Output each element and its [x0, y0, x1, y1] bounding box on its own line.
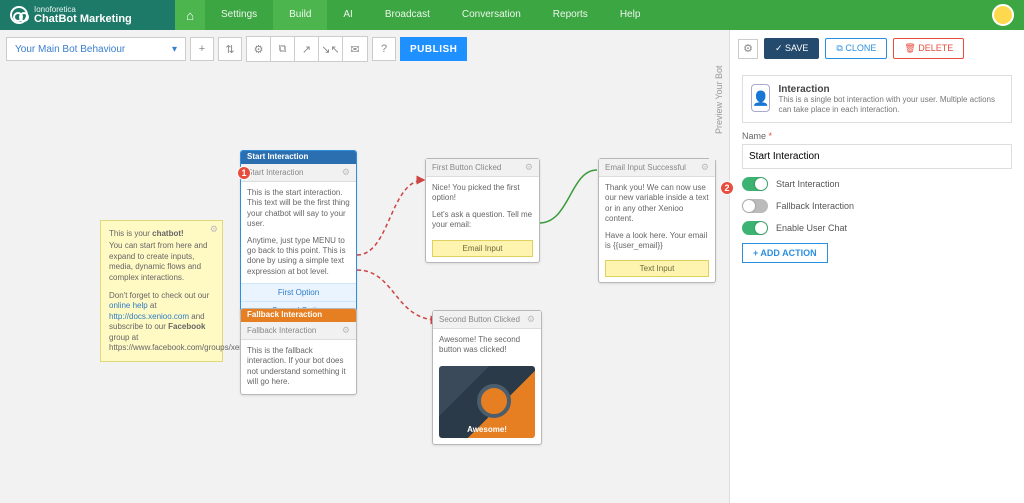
interaction-icon: 👤	[751, 84, 770, 112]
export-button[interactable]: ↗	[295, 37, 319, 61]
gear-icon[interactable]: ⚙	[525, 162, 533, 173]
nav-broadcast[interactable]: Broadcast	[369, 0, 446, 30]
nav-build[interactable]: Build	[273, 0, 327, 30]
gear-icon[interactable]: ⚙	[701, 162, 709, 173]
gear-icon[interactable]: ⚙	[342, 167, 350, 178]
preview-bot-tab[interactable]: Preview Your Bot	[709, 40, 729, 160]
gear-button[interactable]: ⚙	[247, 37, 271, 61]
gear-icon[interactable]: ⚙	[210, 224, 218, 236]
option-first[interactable]: First Option	[241, 283, 356, 301]
save-button[interactable]: ✓ SAVE	[764, 38, 819, 59]
delete-button[interactable]: 🗑 DELETE	[893, 38, 964, 59]
home-button[interactable]: ⌂	[175, 0, 205, 30]
gear-icon[interactable]: ⚙	[342, 325, 350, 336]
badge-1: 1	[237, 166, 251, 180]
add-button[interactable]: +	[190, 37, 214, 61]
node-start-interaction[interactable]: Start Interaction Start Interaction⚙ Thi…	[240, 150, 357, 320]
behavior-label: Your Main Bot Behaviour	[15, 44, 125, 55]
nav-conversation[interactable]: Conversation	[446, 0, 537, 30]
badge-2: 2	[720, 181, 734, 195]
hint-card: ⚙ This is your chatbot! You can start fr…	[100, 220, 223, 362]
panel-gear-button[interactable]: ⚙	[738, 39, 758, 59]
publish-button[interactable]: PUBLISH	[400, 37, 467, 61]
docs-link[interactable]: http://docs.xenioo.com	[109, 312, 189, 321]
add-action-button[interactable]: + ADD ACTION	[742, 243, 828, 263]
chevron-down-icon: ▾	[172, 44, 177, 55]
node-fallback[interactable]: Fallback Interaction Fallback Interactio…	[240, 308, 357, 395]
nav-help[interactable]: Help	[604, 0, 657, 30]
clone-button[interactable]: ⧉ CLONE	[825, 38, 887, 59]
email-input-action[interactable]: Email Input	[432, 240, 533, 257]
toggle-fallback-interaction[interactable]	[742, 199, 768, 213]
node-second-clicked[interactable]: Second Button Clicked⚙ Awesome! The seco…	[432, 310, 542, 445]
shrink-button[interactable]: ↘↖	[319, 37, 343, 61]
info-box: 👤 Interaction This is a single bot inter…	[742, 75, 1012, 123]
behavior-select[interactable]: Your Main Bot Behaviour ▾	[6, 37, 186, 61]
node-header: Fallback Interaction	[241, 309, 356, 322]
toggle-enable-user-chat[interactable]	[742, 221, 768, 235]
brand-logo[interactable]: Ionoforetica ChatBot Marketing	[0, 0, 175, 30]
brand-name: ChatBot Marketing	[34, 14, 132, 25]
nav-reports[interactable]: Reports	[537, 0, 604, 30]
gear-icon[interactable]: ⚙	[527, 314, 535, 325]
brand-topline: Ionoforetica	[34, 6, 132, 14]
help-button[interactable]: ?	[372, 37, 396, 61]
nav-ai[interactable]: AI	[327, 0, 368, 30]
node-email-success[interactable]: Email Input Successful⚙ Thank you! We ca…	[598, 158, 716, 283]
flow-canvas[interactable]: ⚙ This is your chatbot! You can start fr…	[0, 60, 729, 503]
online-help-link[interactable]: online help	[109, 301, 148, 310]
nav-settings[interactable]: Settings	[205, 0, 273, 30]
media-image: Awesome!	[439, 366, 535, 438]
text-input-action[interactable]: Text Input	[605, 260, 709, 277]
logo-icon	[10, 6, 28, 24]
toggle-start-interaction[interactable]	[742, 177, 768, 191]
tool-group: ⚙ ⧉ ↗ ↘↖ ✉	[246, 36, 368, 62]
copy-button[interactable]: ⧉	[271, 37, 295, 61]
node-header: Start Interaction	[241, 151, 356, 164]
properties-panel: ⚙ ✓ SAVE ⧉ CLONE 🗑 DELETE 👤 Interaction …	[729, 30, 1024, 503]
top-navbar: Ionoforetica ChatBot Marketing ⌂ Setting…	[0, 0, 1024, 30]
chat-button[interactable]: ✉	[343, 37, 367, 61]
user-avatar[interactable]	[992, 4, 1014, 26]
stats-button[interactable]: ⇅	[218, 37, 242, 61]
name-input[interactable]	[742, 144, 1012, 169]
node-first-clicked[interactable]: First Button Clicked⚙ Nice! You picked t…	[425, 158, 540, 263]
